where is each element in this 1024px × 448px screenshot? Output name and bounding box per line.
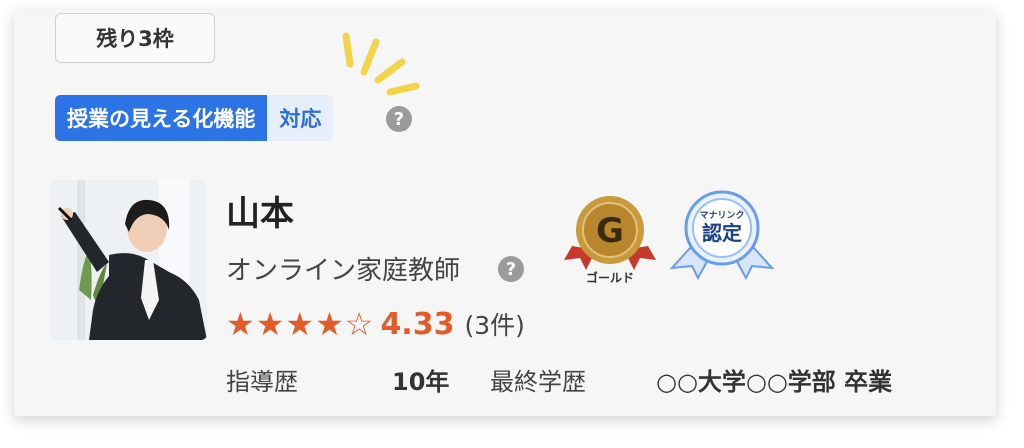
help-icon[interactable]: ? — [386, 106, 412, 132]
gold-rank-badge: G ゴールド — [564, 196, 656, 285]
gold-badge-letter: G — [596, 211, 624, 251]
tutor-name: 山本 — [226, 194, 294, 234]
certified-badge: マナリンク 認定 — [669, 190, 775, 280]
remaining-slots-badge: 残り3枠 — [55, 13, 215, 63]
role-help-icon[interactable]: ? — [498, 256, 524, 282]
rating-score: 4.33 — [380, 306, 455, 342]
tutor-photo — [49, 180, 207, 340]
education-label: 最終学歴 — [490, 368, 586, 396]
feature-label: 授業の見える化機能 — [55, 95, 268, 141]
experience-label: 指導歴 — [226, 368, 298, 396]
feature-support-badge: 授業の見える化機能 対応 — [55, 95, 334, 141]
cert-badge-small-text: マナリンク — [699, 210, 744, 221]
feature-value: 対応 — [267, 95, 334, 141]
tutor-role: オンライン家庭教師 — [226, 256, 461, 286]
star-rating-icon: ★★★★☆ — [226, 305, 375, 343]
gold-badge-caption: ゴールド — [586, 270, 634, 285]
rating-row: ★★★★☆ 4.33 (3件) — [226, 302, 525, 346]
sparkle-icon — [342, 32, 420, 96]
cert-badge-main-text: 認定 — [702, 221, 742, 245]
experience-value: 10年 — [392, 368, 450, 396]
review-count[interactable]: (3件) — [464, 306, 524, 342]
education-value: ○○大学○○学部 卒業 — [656, 368, 893, 396]
